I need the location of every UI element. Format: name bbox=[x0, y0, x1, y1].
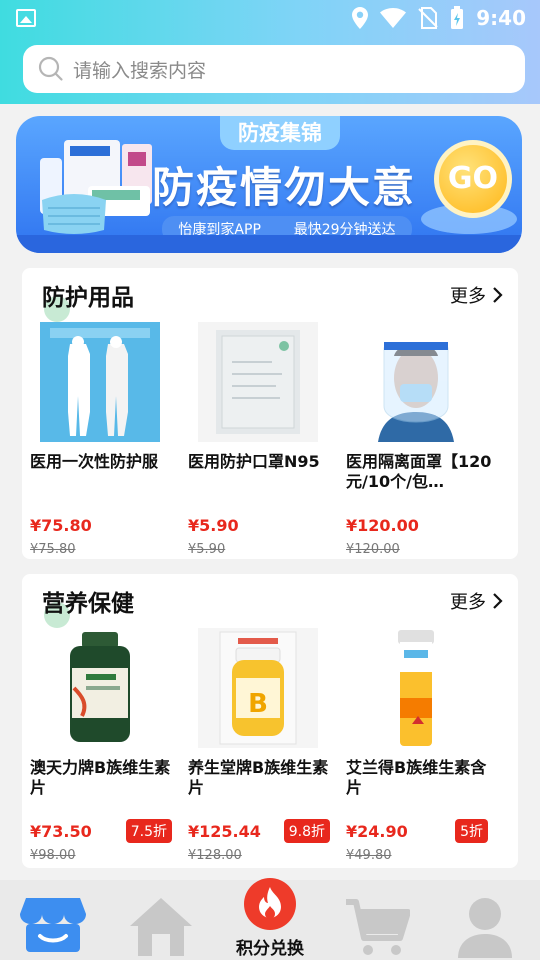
product-card[interactable]: B 养生堂牌B族维生素片 ¥125.44 9.8折 ¥128.00 bbox=[188, 628, 336, 863]
product-original-price: ¥128.00 bbox=[188, 848, 242, 863]
more-link[interactable]: 更多 bbox=[450, 588, 504, 614]
product-price: ¥75.80 bbox=[30, 516, 92, 535]
banner-slogan: 防疫情勿大意 bbox=[152, 163, 417, 212]
product-card[interactable]: 医用一次性防护服 ¥75.80 ¥75.80 bbox=[30, 322, 178, 557]
app-header: 9:40 请输入搜索内容 bbox=[0, 0, 540, 104]
product-card[interactable]: 医用防护口罩N95 ¥5.90 ¥5.90 bbox=[188, 322, 336, 557]
home-icon bbox=[128, 896, 194, 958]
status-bar: 9:40 bbox=[0, 0, 540, 36]
discount-badge: 5折 bbox=[455, 819, 488, 843]
search-bar[interactable]: 请输入搜索内容 bbox=[23, 45, 525, 93]
section-title: 营养保健 bbox=[42, 591, 134, 617]
product-image-n95-mask bbox=[198, 322, 318, 442]
bottom-navigation: 积分兑换 bbox=[0, 878, 540, 960]
go-button[interactable]: GO bbox=[434, 140, 512, 218]
product-price: ¥120.00 bbox=[346, 516, 419, 535]
search-icon bbox=[37, 55, 65, 83]
product-price: ¥125.44 bbox=[188, 822, 261, 841]
cart-icon bbox=[344, 898, 410, 958]
store-icon bbox=[20, 894, 86, 954]
discount-badge: 7.5折 bbox=[125, 819, 172, 843]
product-name: 养生堂牌B族维生素片 bbox=[188, 758, 329, 797]
section-title: 防护用品 bbox=[42, 285, 134, 311]
nav-tab-profile[interactable] bbox=[432, 880, 540, 960]
product-original-price: ¥98.00 bbox=[30, 848, 76, 863]
product-image-face-shield bbox=[356, 322, 476, 442]
profile-icon bbox=[454, 896, 516, 958]
section-nutrition-health: 营养保健 更多 澳天力牌B族维生素片 ¥73.50 7.5折 ¥98.00 B … bbox=[22, 574, 518, 868]
wifi-icon bbox=[380, 8, 407, 28]
nav-tab-cart[interactable] bbox=[324, 880, 432, 960]
product-image-effervescent-tube bbox=[356, 628, 476, 748]
protective-products-image bbox=[38, 138, 160, 238]
status-time: 9:40 bbox=[476, 6, 526, 30]
nav-tab-store[interactable] bbox=[0, 880, 108, 960]
no-sim-icon bbox=[418, 7, 438, 29]
product-price: ¥24.90 bbox=[346, 822, 408, 841]
section-header: 营养保健 更多 bbox=[22, 574, 518, 628]
search-input[interactable]: 请输入搜索内容 bbox=[73, 56, 206, 83]
fire-icon bbox=[244, 878, 296, 930]
product-original-price: ¥49.80 bbox=[346, 848, 392, 863]
product-price: ¥73.50 bbox=[30, 822, 92, 841]
product-name: 医用隔离面罩【120元/10个/包… bbox=[346, 452, 492, 491]
product-name: 医用一次性防护服 bbox=[30, 452, 159, 471]
location-icon bbox=[352, 7, 369, 29]
product-card[interactable]: 澳天力牌B族维生素片 ¥73.50 7.5折 ¥98.00 bbox=[30, 628, 178, 863]
product-image-protective-suit bbox=[40, 322, 160, 442]
product-original-price: ¥5.90 bbox=[188, 542, 226, 557]
more-label: 更多 bbox=[450, 286, 486, 307]
chevron-right-icon bbox=[492, 286, 504, 304]
product-name: 澳天力牌B族维生素片 bbox=[30, 758, 171, 797]
product-original-price: ¥75.80 bbox=[30, 542, 76, 557]
chevron-right-icon bbox=[492, 592, 504, 610]
discount-badge: 9.8折 bbox=[283, 819, 330, 843]
product-card[interactable]: 医用隔离面罩【120元/10个/包… ¥120.00 ¥120.00 bbox=[346, 322, 494, 557]
banner-shelf bbox=[16, 235, 522, 253]
svg-text:B: B bbox=[248, 689, 268, 719]
more-label: 更多 bbox=[450, 592, 486, 613]
product-image-vitamin-bottle-yellow: B bbox=[198, 628, 318, 748]
section-protective-supplies: 防护用品 更多 医用一次性防护服 ¥75.80 ¥75.80 医用防护口罩N95… bbox=[22, 268, 518, 559]
more-link[interactable]: 更多 bbox=[450, 282, 504, 308]
product-name: 医用防护口罩N95 bbox=[188, 452, 320, 471]
product-name: 艾兰得B族维生素含片 bbox=[346, 758, 487, 797]
promo-banner[interactable]: 防疫集锦 防疫情勿大意 怡康到家APP 最快29分钟送达 GO bbox=[16, 116, 522, 253]
product-card[interactable]: 艾兰得B族维生素含片 ¥24.90 5折 ¥49.80 bbox=[346, 628, 494, 863]
nav-label-points-exchange: 积分兑换 bbox=[236, 939, 304, 959]
nav-tab-points-exchange[interactable]: 积分兑换 bbox=[216, 878, 324, 960]
section-header: 防护用品 更多 bbox=[22, 268, 518, 322]
banner-tab-title: 防疫集锦 bbox=[220, 116, 340, 150]
nav-tab-home[interactable] bbox=[108, 880, 216, 960]
product-price: ¥5.90 bbox=[188, 516, 239, 535]
product-original-price: ¥120.00 bbox=[346, 542, 400, 557]
product-image-vitamin-bottle-green bbox=[40, 628, 160, 748]
gallery-icon bbox=[16, 9, 36, 27]
battery-icon bbox=[450, 6, 464, 30]
